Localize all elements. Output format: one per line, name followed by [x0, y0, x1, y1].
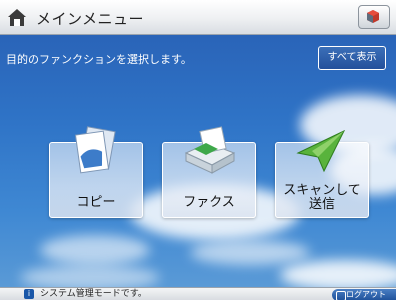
cloud	[20, 265, 160, 287]
page-title: メインメニュー	[36, 10, 145, 28]
copy-icon	[74, 126, 116, 174]
main-menu-screen: メインメニュー 目的のファンクションを選択します。 すべて表示 コピー ファクス…	[0, 0, 396, 300]
fax-button[interactable]: ファクス	[162, 126, 256, 218]
instruction-text: 目的のファンクションを選択します。	[6, 53, 192, 66]
scan-send-icon	[296, 129, 346, 173]
scan-send-label: スキャンして 送信	[283, 183, 361, 212]
fax-label: ファクス	[183, 195, 235, 210]
info-icon: i	[24, 289, 34, 299]
copy-label: コピー	[76, 195, 116, 210]
show-all-button[interactable]: すべて表示	[318, 46, 386, 70]
copy-button[interactable]: コピー	[49, 126, 143, 218]
home-icon[interactable]	[6, 6, 28, 28]
status-message: システム管理モードです。	[40, 289, 147, 299]
cloud	[190, 240, 310, 265]
cloud	[280, 260, 396, 287]
scan-send-button[interactable]: スキャンして 送信	[275, 129, 369, 218]
title-bar: メインメニュー	[0, 0, 396, 35]
settings-button[interactable]	[358, 5, 390, 29]
logout-icon	[336, 291, 346, 300]
background-sky: 目的のファンクションを選択します。 すべて表示 コピー ファクス スキャンして …	[0, 35, 396, 287]
cloud	[40, 235, 150, 265]
status-bar: i システム管理モードです。 ログアウト	[0, 287, 396, 300]
logout-button[interactable]: ログアウト	[332, 289, 396, 300]
logout-label: ログアウト	[346, 290, 386, 299]
cube-icon	[367, 10, 379, 23]
fax-icon	[184, 126, 236, 174]
